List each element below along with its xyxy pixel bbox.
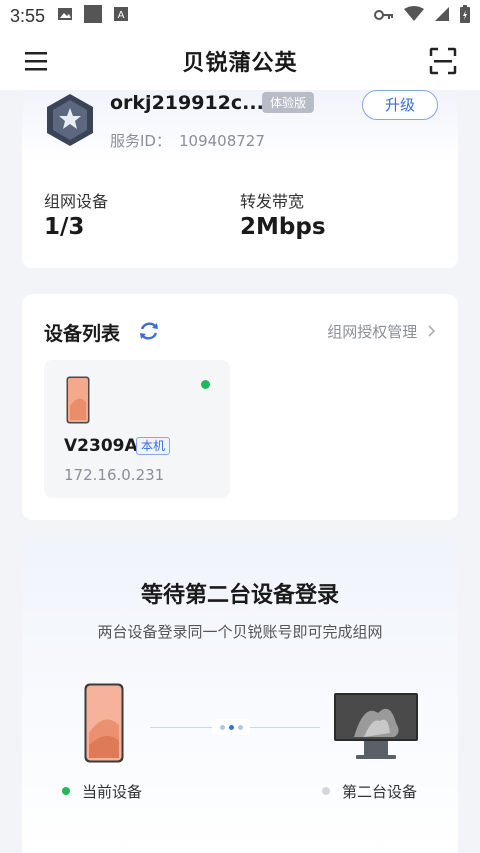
stat-bandwidth-value: 2Mbps (240, 214, 326, 240)
service-id-label: 服务ID： (110, 132, 171, 150)
device-model: V2309A (64, 436, 138, 456)
local-device-badge: 本机 (136, 437, 171, 455)
phone-icon (66, 376, 90, 424)
battery-icon (460, 4, 470, 28)
wifi-icon (404, 5, 424, 27)
auth-manage-label: 组网授权管理 (327, 323, 418, 341)
connection-dots-icon (212, 719, 250, 735)
second-device-dot (322, 787, 330, 795)
device-ip: 172.16.0.231 (64, 466, 165, 484)
account-name: orkj219912c... (110, 92, 264, 114)
status-time: 3:55 (10, 5, 46, 26)
account-card: orkj219912c... 体验版 升级 服务ID： 109408727 组网设… (22, 90, 458, 268)
upgrade-button[interactable]: 升级 (362, 90, 438, 120)
device-list-card: 设备列表 组网授权管理 V2309A 本机 172.16.0.231 (22, 294, 458, 520)
device-tile[interactable]: V2309A 本机 172.16.0.231 (44, 360, 230, 498)
second-device-label: 第二台设备 (342, 783, 418, 801)
signal-icon (434, 6, 450, 27)
stat-devices-value: 1/3 (44, 214, 85, 240)
menu-icon (25, 52, 47, 71)
status-bar: 3:55 A (0, 0, 480, 32)
current-device-phone-icon (84, 683, 124, 763)
stat-bandwidth-label: 转发带宽 (240, 192, 305, 211)
service-id-value: 109408727 (178, 132, 265, 150)
waiting-card: 等待第二台设备登录 两台设备登录同一个贝锐账号即可完成组网 当前设备 第二台设备 (22, 537, 458, 853)
menu-button[interactable] (24, 49, 50, 73)
chevron-right-icon (428, 323, 436, 341)
image-icon (57, 6, 73, 27)
service-id: 服务ID： 109408727 (110, 130, 265, 151)
key-icon (374, 6, 394, 26)
refresh-icon[interactable] (138, 320, 160, 342)
app-header: 贝锐蒲公英 (0, 32, 480, 90)
font-icon: A (113, 6, 129, 27)
scan-icon (429, 47, 457, 75)
auth-manage-link[interactable]: 组网授权管理 (327, 321, 436, 342)
waiting-subtitle: 两台设备登录同一个贝锐账号即可完成组网 (97, 623, 383, 641)
device-list-title: 设备列表 (44, 323, 121, 345)
current-device-dot (62, 787, 70, 795)
stat-devices-label: 组网设备 (44, 192, 109, 211)
page-title: 贝锐蒲公英 (182, 51, 298, 76)
square-icon (83, 4, 103, 29)
current-device-label: 当前设备 (82, 783, 143, 801)
online-status-dot (201, 380, 210, 389)
trial-badge: 体验版 (262, 92, 315, 113)
member-badge-icon (44, 92, 96, 148)
waiting-title: 等待第二台设备登录 (140, 583, 339, 608)
svg-text:A: A (118, 10, 125, 21)
scan-button[interactable] (428, 46, 458, 76)
monitor-icon (334, 693, 418, 763)
